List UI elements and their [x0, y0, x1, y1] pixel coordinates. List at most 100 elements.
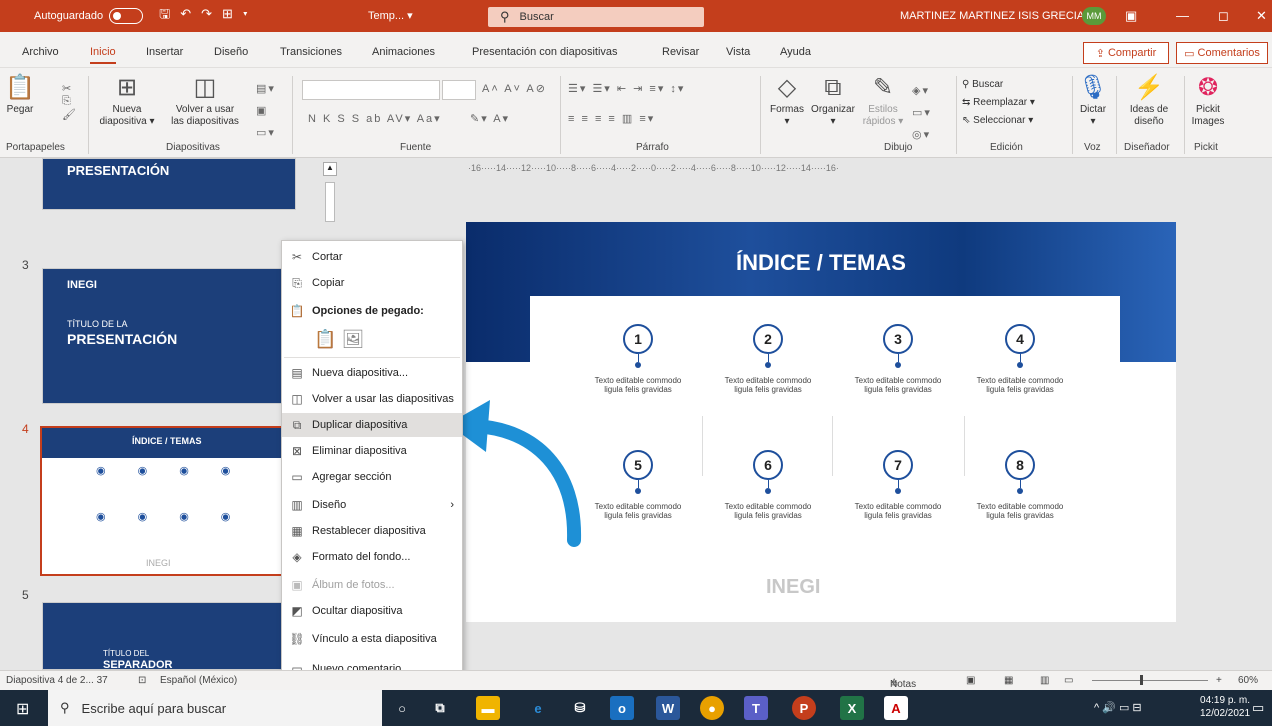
- teams-icon[interactable]: T: [744, 696, 768, 720]
- slide-number: 3: [22, 258, 29, 272]
- replace-button[interactable]: ⇆ Reemplazar ▾: [962, 94, 1035, 112]
- zoom-level[interactable]: 60%: [1238, 675, 1258, 686]
- quick-styles-button[interactable]: ✎ Estilos rápidos ▾: [860, 74, 906, 128]
- windows-start-icon[interactable]: ⊞: [16, 699, 29, 719]
- font-grow-icons[interactable]: A˄ A˅ A⊘: [482, 82, 547, 95]
- task-view-icon[interactable]: ⧉: [428, 696, 452, 720]
- arrange-button[interactable]: ⧉ Organizar ▾: [808, 74, 858, 128]
- excel-icon[interactable]: X: [840, 696, 864, 720]
- zoom-thumb[interactable]: [1140, 675, 1143, 685]
- paste-button[interactable]: 📋 Pegar: [4, 74, 36, 116]
- paste-option-icon[interactable]: 📋: [314, 329, 336, 350]
- align-icons[interactable]: ≡ ≡ ≡ ≡ ▥ ≡▾: [568, 112, 655, 125]
- notifications-icon[interactable]: ▭: [1252, 700, 1264, 716]
- paste-picture-icon[interactable]: 🖼: [341, 329, 364, 350]
- menu-item-reuse-slides[interactable]: ◫ Volver a usar las diapositivas: [282, 387, 462, 411]
- menu-item-link-slide[interactable]: ⛓ Vínculo a esta diapositiva: [282, 627, 462, 651]
- font-color-icons[interactable]: ✎▾ A▾: [470, 112, 510, 125]
- topic-item[interactable]: 8 Texto editable commodo ligula felis gra…: [970, 450, 1070, 520]
- slide-thumbnail-2[interactable]: PRESENTACIÓN: [42, 158, 296, 210]
- autosave-toggle[interactable]: [109, 8, 144, 24]
- font-size-combo[interactable]: [442, 80, 476, 100]
- minimize-icon[interactable]: —: [1176, 8, 1189, 23]
- tab-presentacion[interactable]: Presentación con diapositivas: [472, 46, 618, 58]
- maximize-icon[interactable]: ◻: [1218, 8, 1229, 24]
- slide-thumbnail-4[interactable]: ÍNDICE / TEMAS ◉◉◉◉ ◉◉◉◉ INEGI: [40, 426, 298, 576]
- reuse-slides-button[interactable]: ◫ Volver a usar las diapositivas: [164, 74, 246, 128]
- reading-view-icon[interactable]: ▥: [1040, 675, 1049, 686]
- topic-item[interactable]: 7 Texto editable commodo ligula felis gra…: [848, 450, 948, 520]
- font-name-combo[interactable]: [302, 80, 440, 100]
- slide-thumbnail-3[interactable]: INEGI TÍTULO DE LA PRESENTACIÓN: [42, 268, 296, 404]
- shapes-button[interactable]: ◇ Formas ▾: [764, 74, 810, 128]
- store-icon[interactable]: ⛁: [568, 696, 592, 720]
- close-icon[interactable]: ✕: [1256, 8, 1267, 24]
- cut-copy-icons[interactable]: ✂ ⎘ 🖌: [62, 82, 78, 121]
- acrobat-icon[interactable]: A: [884, 696, 908, 720]
- ribbon-display-icon[interactable]: ▣: [1125, 8, 1137, 24]
- sorter-view-icon[interactable]: ▦: [1004, 675, 1013, 686]
- tab-revisar[interactable]: Revisar: [662, 46, 699, 58]
- quick-access-toolbar[interactable]: 🖫↶↷⊞▾: [159, 5, 258, 27]
- tab-animaciones[interactable]: Animaciones: [372, 46, 435, 58]
- topic-item[interactable]: 5 Texto editable commodo ligula felis gra…: [588, 450, 688, 520]
- word-icon[interactable]: W: [656, 696, 680, 720]
- edge-icon[interactable]: e: [526, 696, 550, 720]
- paste-option-buttons[interactable]: 📋 🖼: [282, 327, 462, 351]
- tab-transiciones[interactable]: Transiciones: [280, 46, 342, 58]
- spellcheck-icon[interactable]: ⊡: [138, 675, 146, 686]
- tab-vista[interactable]: Vista: [726, 46, 750, 58]
- tab-insertar[interactable]: Insertar: [146, 46, 183, 58]
- outlook-icon[interactable]: o: [610, 696, 634, 720]
- menu-item-reset-slide[interactable]: ▦ Restablecer diapositiva: [282, 519, 462, 543]
- tab-diseno[interactable]: Diseño: [214, 46, 248, 58]
- menu-item-new-slide[interactable]: ▤ Nueva diapositiva...: [282, 361, 462, 385]
- zoom-slider[interactable]: [1092, 680, 1208, 681]
- topic-item[interactable]: 1 Texto editable commodo ligula felis gra…: [588, 324, 688, 394]
- cortana-icon[interactable]: ○: [390, 696, 414, 720]
- menu-item-format-background[interactable]: ◈ Formato del fondo...: [282, 545, 462, 569]
- language[interactable]: Español (México): [160, 675, 237, 686]
- topic-item[interactable]: 3 Texto editable commodo ligula felis gra…: [848, 324, 948, 394]
- taskbar-clock[interactable]: 04:19 p. m. 12/02/2021: [1200, 694, 1250, 720]
- select-button[interactable]: ⇖ Seleccionar ▾: [962, 112, 1035, 130]
- menu-item-delete-slide[interactable]: ⊠ Eliminar diapositiva: [282, 439, 462, 463]
- document-name[interactable]: Temp... ▾: [368, 9, 413, 22]
- normal-view-icon[interactable]: ▣: [966, 675, 975, 686]
- chrome-icon[interactable]: ●: [700, 696, 724, 720]
- tab-archivo[interactable]: Archivo: [22, 46, 59, 58]
- tab-inicio[interactable]: Inicio: [90, 46, 116, 64]
- taskbar-search[interactable]: ⚲ Escribe aquí para buscar: [48, 690, 382, 726]
- slide-thumbnail-5[interactable]: TÍTULO DEL SEPARADOR: [42, 602, 296, 670]
- menu-item-layout[interactable]: ▥ Diseño ›: [282, 493, 462, 517]
- menu-item-add-section[interactable]: ▭ Agregar sección: [282, 465, 462, 489]
- menu-item-cut[interactable]: ✂ Cortar: [282, 245, 462, 269]
- topic-item[interactable]: 2 Texto editable commodo ligula felis gra…: [718, 324, 818, 394]
- new-slide-button[interactable]: ⊞ Nueva diapositiva ▾: [92, 74, 162, 128]
- slideshow-icon[interactable]: ▭: [1064, 675, 1073, 686]
- scroll-thumb[interactable]: [325, 182, 335, 222]
- fill-outline-icons[interactable]: ◈▾ ▭▾ ◎▾: [912, 80, 932, 146]
- dictate-button[interactable]: 🎙 Dictar ▾: [1076, 74, 1110, 128]
- list-icons[interactable]: ☰▾ ☰▾ ⇤ ⇥ ≡▾ ↕▾: [568, 82, 685, 95]
- scroll-up-icon[interactable]: ▲: [323, 162, 337, 176]
- topic-item[interactable]: 6 Texto editable commodo ligula felis gra…: [718, 450, 818, 520]
- menu-item-copy[interactable]: ⎘ Copiar: [282, 271, 462, 295]
- file-explorer-icon[interactable]: ▬: [476, 696, 500, 720]
- zoom-in-icon[interactable]: +: [1216, 675, 1222, 686]
- comments-button[interactable]: ▭ Comentarios: [1176, 42, 1268, 64]
- layout-icons[interactable]: ▤▾ ▣ ▭▾: [256, 78, 276, 144]
- tab-ayuda[interactable]: Ayuda: [780, 46, 811, 58]
- font-format-row[interactable]: N K S S ab AV▾ Aa▾: [308, 112, 442, 125]
- pickit-button[interactable]: ❂ Pickit Images: [1188, 74, 1228, 128]
- find-button[interactable]: ⚲ Buscar: [962, 76, 1035, 94]
- search-box[interactable]: ⚲ Buscar: [488, 7, 704, 27]
- topic-item[interactable]: 4 Texto editable commodo ligula felis gra…: [970, 324, 1070, 394]
- powerpoint-icon[interactable]: P: [792, 696, 816, 720]
- avatar[interactable]: MM: [1082, 7, 1106, 25]
- system-tray-icons[interactable]: ^ 🔊 ▭ ⊟: [1094, 701, 1142, 714]
- design-ideas-button[interactable]: ⚡ Ideas de diseño: [1120, 74, 1178, 128]
- menu-item-duplicate-slide[interactable]: ⧉ Duplicar diapositiva: [282, 413, 462, 437]
- share-button[interactable]: ⇪ Compartir: [1083, 42, 1169, 64]
- menu-item-hide-slide[interactable]: ◩ Ocultar diapositiva: [282, 599, 462, 623]
